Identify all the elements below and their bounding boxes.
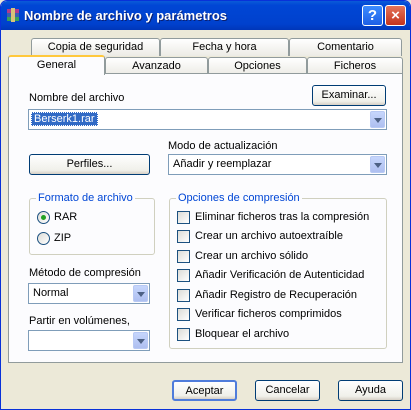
- title-help-button[interactable]: ?: [362, 5, 383, 26]
- tab-date-time[interactable]: Fecha y hora: [160, 38, 289, 56]
- delete-files-label[interactable]: Eliminar ficheros tras la compresión: [195, 211, 369, 223]
- solid-archive-label[interactable]: Crear un archivo sólido: [195, 250, 308, 262]
- split-volumes-label: Partir en volúmenes,: [29, 315, 130, 327]
- chevron-down-icon[interactable]: [370, 111, 385, 128]
- tab-general[interactable]: General: [8, 55, 105, 75]
- profiles-button[interactable]: Perfiles...: [29, 154, 150, 175]
- format-rar-label[interactable]: RAR: [54, 211, 77, 223]
- recovery-record-label[interactable]: Añadir Registro de Recuperación: [195, 289, 357, 301]
- authenticity-checkbox[interactable]: [177, 269, 190, 282]
- test-files-label[interactable]: Verificar ficheros comprimidos: [195, 308, 342, 320]
- split-volumes-combo[interactable]: [28, 330, 150, 351]
- archive-name-combo[interactable]: Berserk1.rar: [28, 109, 387, 130]
- title-close-button[interactable]: ×: [385, 5, 406, 26]
- ok-button[interactable]: Aceptar: [172, 380, 237, 401]
- compression-method-value: Normal: [33, 287, 69, 299]
- chevron-down-icon[interactable]: [133, 332, 148, 349]
- browse-button[interactable]: Examinar...: [312, 85, 386, 106]
- winrar-icon: [7, 8, 19, 22]
- update-mode-select[interactable]: Añadir y reemplazar: [168, 154, 387, 175]
- help-button[interactable]: Ayuda: [338, 380, 403, 401]
- compression-method-label: Método de compresión: [29, 267, 141, 279]
- cancel-button[interactable]: Cancelar: [255, 380, 320, 401]
- archive-name-value[interactable]: Berserk1.rar: [31, 112, 98, 126]
- archive-format-title: Formato de archivo: [36, 192, 135, 204]
- lock-archive-label[interactable]: Bloquear el archivo: [195, 328, 289, 340]
- format-rar-radio[interactable]: [37, 211, 50, 224]
- solid-archive-checkbox[interactable]: [177, 250, 190, 263]
- sfx-archive-checkbox[interactable]: [177, 230, 190, 243]
- archive-format-group: Formato de archivo: [29, 192, 155, 255]
- compression-options-title: Opciones de compresión: [176, 192, 302, 204]
- format-zip-radio[interactable]: [37, 232, 50, 245]
- title-bar[interactable]: Nombre de archivo y parámetros ? ×: [1, 1, 410, 30]
- tab-comment[interactable]: Comentario: [289, 38, 402, 56]
- format-zip-label[interactable]: ZIP: [54, 232, 71, 244]
- compression-method-select[interactable]: Normal: [28, 283, 150, 304]
- chevron-down-icon[interactable]: [370, 156, 385, 173]
- test-files-checkbox[interactable]: [177, 308, 190, 321]
- delete-files-checkbox[interactable]: [177, 211, 190, 224]
- tab-backup[interactable]: Copia de seguridad: [31, 38, 160, 56]
- update-mode-value: Añadir y reemplazar: [173, 158, 272, 170]
- lock-archive-checkbox[interactable]: [177, 328, 190, 341]
- window-title: Nombre de archivo y parámetros: [24, 8, 228, 23]
- update-mode-label: Modo de actualización: [168, 140, 278, 152]
- dialog-window: Nombre de archivo y parámetros ? × Copia…: [0, 0, 411, 410]
- archive-name-label: Nombre del archivo: [29, 92, 125, 104]
- sfx-archive-label[interactable]: Crear un archivo autoextraíble: [195, 230, 343, 242]
- recovery-record-checkbox[interactable]: [177, 289, 190, 302]
- authenticity-label[interactable]: Añadir Verificación de Autenticidad: [195, 269, 364, 281]
- chevron-down-icon[interactable]: [133, 285, 148, 302]
